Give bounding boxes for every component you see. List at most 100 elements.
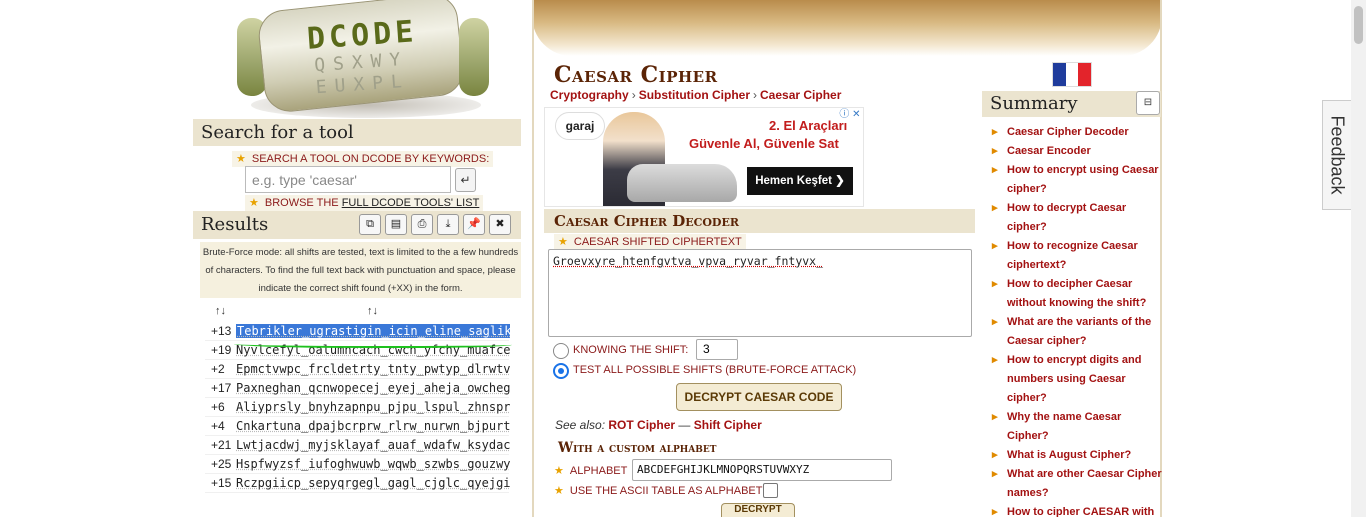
row-shift: +13 bbox=[211, 324, 232, 338]
row-shift: +2 bbox=[211, 362, 225, 376]
ad-brand-logo: garaj bbox=[555, 112, 605, 140]
summary-item[interactable]: How to encrypt using Caesar cipher? bbox=[990, 161, 1162, 199]
alphabet-label: ★ ALPHABET bbox=[554, 464, 627, 477]
flag-stripe-blue bbox=[1053, 63, 1066, 86]
summary-item[interactable]: What are the variants of the Caesar ciph… bbox=[990, 313, 1162, 351]
summary-item[interactable]: How to decrypt Caesar cipher? bbox=[990, 199, 1162, 237]
table-row[interactable]: +13 Tebrikler_ugrastigin_icin_eline_sagli… bbox=[205, 322, 510, 341]
summary-item[interactable]: How to decipher Caesar without knowing t… bbox=[990, 275, 1162, 313]
flag-stripe-white bbox=[1065, 63, 1079, 86]
breadcrumb-caesar[interactable]: Caesar Cipher bbox=[760, 88, 841, 102]
page-scrollbar[interactable] bbox=[1351, 0, 1366, 517]
see-also-separator: — bbox=[678, 418, 691, 432]
row-plaintext[interactable]: Hspfwyzsf_iufoghwuwb_wqwb_szwbs_gouzwy_ bbox=[236, 457, 510, 471]
search-input[interactable] bbox=[245, 166, 451, 193]
row-shift: +19 bbox=[211, 343, 232, 357]
ad-cta-button[interactable]: Hemen Keşfet ❯ bbox=[747, 167, 853, 195]
row-plaintext[interactable]: Aliyprsly_bnyhzapnpu_pjpu_lspul_zhnspr_ bbox=[236, 400, 510, 414]
star-icon: ★ bbox=[554, 465, 564, 477]
table-row[interactable]: +4 Cnkartuna_dpajbcrprw_rlrw_nurwn_bjpurt… bbox=[205, 417, 510, 436]
row-plaintext[interactable]: Lwtjacdwj_myjsklayaf_auaf_wdafw_ksydac_ bbox=[236, 438, 510, 452]
summary-item[interactable]: Why the name Caesar Cipher? bbox=[990, 408, 1162, 446]
row-plaintext[interactable]: Rczpgiicp_sepyqrgegl_gagl_cjglc_qyejgi_ bbox=[236, 476, 510, 490]
bruteforce-radio[interactable] bbox=[553, 363, 569, 379]
table-row[interactable]: +25 Hspfwyzsf_iufoghwuwb_wqwb_szwbs_gouzw… bbox=[205, 455, 510, 474]
alphabet-label-text: ALPHABET bbox=[569, 465, 628, 477]
search-keyword-label: ★ SEARCH A TOOL ON DCODE BY KEYWORDS: bbox=[232, 151, 494, 167]
page-title: Caesar Cipher bbox=[554, 62, 718, 88]
sort-shift-header[interactable]: ↑↓ bbox=[215, 305, 226, 317]
row-shift: +17 bbox=[211, 381, 232, 395]
logo-cap-right bbox=[459, 18, 489, 96]
custom-alphabet-heading: With a custom alphabet bbox=[558, 440, 717, 456]
ad-car-image bbox=[627, 164, 737, 202]
ciphertext-textarea[interactable]: Groevxyre_htenfgvtva_vpva_ryvar_fntyvx_ bbox=[548, 249, 972, 337]
shift-cipher-link[interactable]: Shift Cipher bbox=[694, 418, 762, 432]
breadcrumb-cryptography[interactable]: Cryptography bbox=[550, 88, 629, 102]
search-heading: Search for a tool bbox=[193, 119, 521, 146]
feedback-tab[interactable]: Feedback bbox=[1322, 100, 1351, 210]
bruteforce-label: TEST ALL POSSIBLE SHIFTS (BRUTE-FORCE AT… bbox=[573, 364, 857, 376]
row-plaintext[interactable]: Tebrikler_ugrastigin_icin_eline_saglik bbox=[236, 324, 510, 338]
summary-item[interactable]: What is August Cipher? bbox=[990, 446, 1162, 465]
ascii-checkbox[interactable] bbox=[763, 483, 778, 498]
summary-item[interactable]: How to encrypt digits and numbers using … bbox=[990, 351, 1162, 408]
table-row[interactable]: +15 Rczpgiicp_sepyqrgegl_gagl_cjglc_qyejg… bbox=[205, 474, 510, 493]
download-icon[interactable]: ⤓ bbox=[437, 214, 459, 235]
row-plaintext[interactable]: Cnkartuna_dpajbcrprw_rlrw_nurwn_bjpurt_ bbox=[236, 419, 510, 433]
copy-icon[interactable]: ⧉ bbox=[359, 214, 381, 235]
row-plaintext[interactable]: Epmctvwpc_frcldetrty_tnty_pwtyp_dlrwtv_ bbox=[236, 362, 510, 376]
summary-item[interactable]: Caesar Encoder bbox=[990, 142, 1162, 161]
flag-stripe-red bbox=[1078, 63, 1092, 86]
breadcrumb: Cryptography › Substitution Cipher › Caesar … bbox=[550, 88, 841, 102]
keyword-label-text: SEARCH A TOOL ON DCODE BY KEYWORDS: bbox=[251, 153, 490, 165]
left-column: DCODE QSXWY EUXPL Search for a tool ★ SEA… bbox=[193, 0, 527, 517]
star-icon: ★ bbox=[249, 197, 259, 209]
advertisement-banner[interactable]: garaj 2. El Araçları Güvenle Al, Güvenle… bbox=[544, 107, 864, 207]
breadcrumb-substitution[interactable]: Substitution Cipher bbox=[639, 88, 750, 102]
table-row[interactable]: +17 Paxneghan_qcnwopecej_eyej_aheja_owche… bbox=[205, 379, 510, 398]
full-tools-list-link[interactable]: FULL DCODE TOOLS' LIST bbox=[342, 197, 480, 209]
row-shift: +15 bbox=[211, 476, 232, 490]
decrypt-custom-button[interactable]: DECRYPT bbox=[721, 503, 795, 517]
decrypt-caesar-button[interactable]: DECRYPT CAESAR CODE bbox=[676, 383, 842, 411]
parchment-banner bbox=[532, 0, 1162, 56]
scrollbar-thumb[interactable] bbox=[1354, 6, 1363, 44]
green-underline-annotation bbox=[234, 340, 512, 348]
ad-subheadline: Güvenle Al, Güvenle Sat bbox=[689, 136, 839, 151]
table-row[interactable]: +2 Epmctvwpc_frcldetrty_tnty_pwtyp_dlrwtv… bbox=[205, 360, 510, 379]
browse-line: ★ BROWSE THE FULL DCODE TOOLS' LIST bbox=[245, 195, 484, 211]
summary-heading: Summary bbox=[982, 91, 1161, 117]
summary-collapse-button[interactable]: ⊟ bbox=[1136, 91, 1160, 115]
print-icon[interactable]: ⎙ bbox=[411, 214, 433, 235]
ciphertext-label-text: CAESAR SHIFTED CIPHERTEXT bbox=[573, 236, 742, 248]
star-icon: ★ bbox=[558, 236, 568, 248]
shift-input[interactable]: 3 bbox=[696, 339, 738, 360]
close-icon[interactable]: ✖ bbox=[489, 214, 511, 235]
ad-close-icon[interactable]: ⓘ ✕ bbox=[837, 108, 863, 122]
summary-item[interactable]: What are other Caesar Cipher names? bbox=[990, 465, 1162, 503]
alphabet-input[interactable]: ABCDEFGHIJKLMNOPQRSTUVWXYZ bbox=[632, 459, 892, 481]
summary-list: Caesar Cipher DecoderCaesar EncoderHow t… bbox=[990, 123, 1162, 517]
decoder-heading: Caesar Cipher Decoder bbox=[544, 209, 975, 233]
summary-item[interactable]: How to cipher CAESAR with the Caesar cod… bbox=[990, 503, 1162, 517]
results-toolbar: ⧉ ▤ ⎙ ⤓ 📌 ✖ bbox=[359, 214, 511, 236]
star-icon: ★ bbox=[554, 485, 564, 497]
summary-item[interactable]: How to recognize Caesar ciphertext? bbox=[990, 237, 1162, 275]
search-go-button[interactable]: ↵ bbox=[455, 168, 476, 192]
results-table-header: ↑↓ ↑↓ bbox=[205, 302, 509, 321]
ad-headline: 2. El Araçları bbox=[769, 118, 848, 133]
french-flag-icon[interactable] bbox=[1052, 62, 1092, 87]
dcode-logo[interactable]: DCODE QSXWY EUXPL bbox=[231, 0, 493, 118]
sort-text-header[interactable]: ↑↓ bbox=[367, 305, 378, 317]
logo-rows: QSXWY EUXPL bbox=[314, 49, 411, 99]
summary-item[interactable]: Caesar Cipher Decoder bbox=[990, 123, 1162, 142]
row-plaintext[interactable]: Paxneghan_qcnwopecej_eyej_aheja_owcheg_ bbox=[236, 381, 510, 395]
clipboard-icon[interactable]: ▤ bbox=[385, 214, 407, 235]
breadcrumb-separator: › bbox=[631, 88, 636, 102]
table-row[interactable]: +21 Lwtjacdwj_myjsklayaf_auaf_wdafw_ksyda… bbox=[205, 436, 510, 455]
rot-cipher-link[interactable]: ROT Cipher bbox=[608, 418, 675, 432]
known-shift-radio[interactable] bbox=[553, 343, 569, 359]
pin-icon[interactable]: 📌 bbox=[463, 214, 485, 235]
table-row[interactable]: +6 Aliyprsly_bnyhzapnpu_pjpu_lspul_zhnspr… bbox=[205, 398, 510, 417]
